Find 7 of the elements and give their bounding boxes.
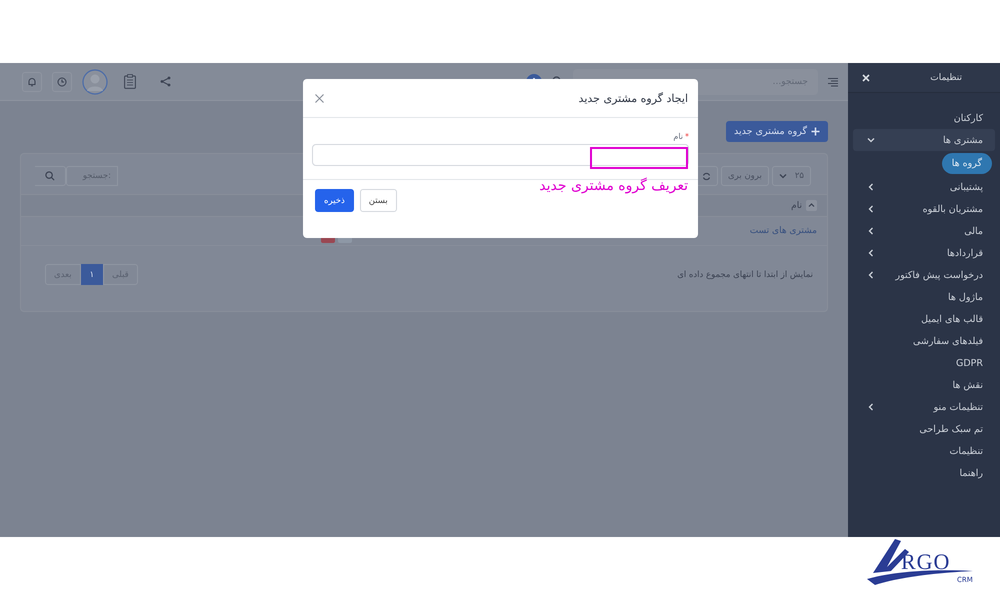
logo-text: RGO [901,549,950,575]
dialog-title: ایجاد گروه مشتری جدید [578,92,688,104]
required-mark: * [685,132,689,141]
annotation-text: تعریف گروه مشتری جدید [539,178,688,194]
field-label: نام [673,132,683,141]
sidebar-title: تنظیمات [930,72,962,82]
table-info: نمایش از ابتدا تا انتهای مجموع داده ای [677,270,813,280]
